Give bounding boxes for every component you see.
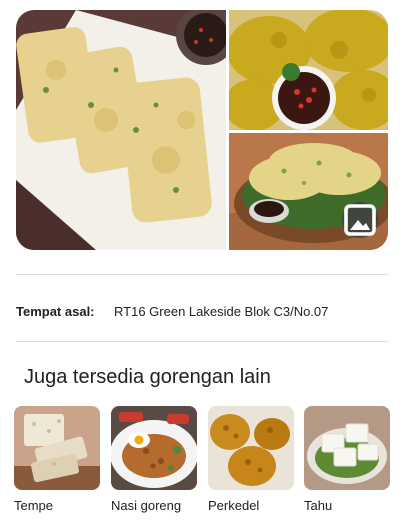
related-item-label: Perkedel <box>208 498 260 513</box>
related-item-label: Nasi goreng <box>111 498 182 513</box>
perkedel-image[interactable] <box>208 406 294 490</box>
main-food-image[interactable] <box>16 10 226 250</box>
related-item-perkedel[interactable]: Perkedel <box>208 406 294 513</box>
more-images-button[interactable] <box>342 202 378 238</box>
origin-row: Tempat asal: RT16 Green Lakeside Blok C3… <box>16 300 388 322</box>
origin-label: Tempat asal: <box>16 303 95 319</box>
perkedel-photo <box>208 406 294 490</box>
fritter-photo <box>16 10 226 250</box>
nasi-goreng-image[interactable] <box>111 406 197 490</box>
related-item-tahu[interactable]: Tahu <box>304 406 390 513</box>
image-icon <box>344 204 376 236</box>
related-item-label: Tempe <box>14 498 54 513</box>
divider <box>16 274 388 275</box>
image-gallery <box>16 10 388 250</box>
related-items: Tempe Nasi goreng Perkedel Tahu <box>14 406 390 516</box>
related-item-tempe[interactable]: Tempe <box>14 406 100 513</box>
tertiary-food-image[interactable] <box>229 133 388 250</box>
secondary-food-image[interactable] <box>229 10 388 130</box>
related-item-label: Tahu <box>304 498 333 513</box>
tempe-photo <box>14 406 100 490</box>
fritter-photo <box>229 10 388 130</box>
tahu-image[interactable] <box>304 406 390 490</box>
tempe-image[interactable] <box>14 406 100 490</box>
related-section-title: Juga tersedia gorengan lain <box>24 366 271 388</box>
nasi-goreng-photo <box>111 406 197 490</box>
related-item-nasi-goreng[interactable]: Nasi goreng <box>111 406 197 513</box>
divider <box>16 341 388 342</box>
tahu-photo <box>304 406 390 490</box>
origin-value[interactable]: RT16 Green Lakeside Blok C3/No.07 <box>114 304 328 319</box>
